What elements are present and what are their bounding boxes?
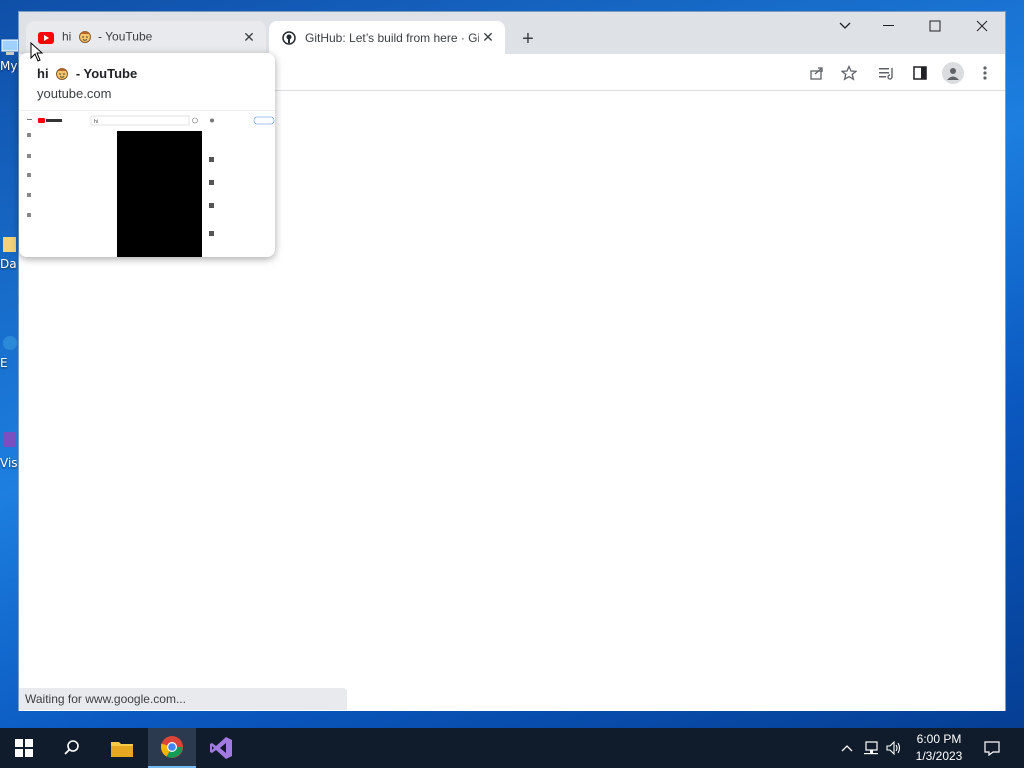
- preview-search-box: [90, 115, 190, 126]
- volume-icon[interactable]: [885, 740, 903, 756]
- search-button[interactable]: [48, 728, 96, 768]
- profile-avatar-icon[interactable]: [942, 62, 964, 84]
- desktop-icon-label: My: [0, 59, 18, 73]
- desktop-icon-label: Da: [0, 257, 17, 271]
- desktop-icon-edge[interactable]: [0, 332, 18, 354]
- preview-video-area: [117, 131, 202, 257]
- hover-card-url: youtube.com: [37, 86, 112, 101]
- show-hidden-icons-chevron-icon[interactable]: [838, 740, 856, 756]
- minimize-button[interactable]: [866, 12, 912, 40]
- start-button[interactable]: [0, 728, 48, 768]
- tab-title: GitHub: Let’s build from here · GitHub: [305, 30, 479, 45]
- tab-github[interactable]: GitHub: Let’s build from here · GitHub ✕: [269, 21, 505, 54]
- tab-close-icon[interactable]: ✕: [479, 29, 497, 47]
- github-icon: [281, 30, 297, 46]
- hover-card-preview: hi: [19, 110, 275, 257]
- tab-title: hi - YouTube: [62, 29, 240, 46]
- side-panel-icon[interactable]: [910, 63, 930, 83]
- taskbar-clock[interactable]: 6:00 PM 1/3/2023: [908, 731, 970, 765]
- share-icon[interactable]: [807, 63, 827, 83]
- maximize-button[interactable]: [912, 12, 958, 40]
- file-explorer-button[interactable]: [98, 728, 146, 768]
- clock-time: 6:00 PM: [916, 732, 962, 746]
- bookmark-star-icon[interactable]: [839, 63, 859, 83]
- search-icon: [64, 740, 79, 755]
- desktop-icon-data[interactable]: [0, 232, 18, 254]
- hover-card-title: hi - YouTube: [37, 66, 137, 83]
- tab-hover-card: hi - YouTube youtube.com hi: [19, 53, 275, 257]
- mouse-cursor-icon: [30, 41, 44, 67]
- tab-strip: hi - YouTube ✕ GitHub: Let’s build from …: [19, 12, 1005, 54]
- desktop-icon-computer[interactable]: [0, 36, 18, 58]
- windows-start-icon: [15, 739, 33, 757]
- tab-search-chevron-icon[interactable]: [822, 12, 868, 40]
- close-window-button[interactable]: [959, 12, 1005, 40]
- clock-date: 1/3/2023: [915, 749, 963, 763]
- visual-studio-icon: [210, 737, 232, 759]
- preview-youtube-logo: [38, 118, 62, 123]
- tab-youtube[interactable]: hi - YouTube ✕: [26, 21, 266, 54]
- desktop-icon-label: E: [0, 356, 8, 370]
- network-icon[interactable]: [862, 740, 880, 756]
- folder-icon: [111, 742, 133, 757]
- chrome-taskbar-button[interactable]: [148, 728, 196, 768]
- cowboy-emoji-icon: [78, 29, 92, 46]
- more-menu-icon[interactable]: [975, 63, 995, 83]
- desktop-icon-label: Vis: [0, 456, 18, 470]
- reading-list-icon[interactable]: [877, 63, 897, 83]
- new-tab-button[interactable]: +: [516, 27, 540, 51]
- cowboy-emoji-icon: [55, 66, 69, 83]
- taskbar: 6:00 PM 1/3/2023: [0, 728, 1024, 768]
- chrome-icon: [160, 736, 183, 758]
- status-bubble: Waiting for www.google.com...: [19, 688, 347, 710]
- tab-close-icon[interactable]: ✕: [240, 29, 258, 47]
- visual-studio-button[interactable]: [197, 728, 245, 768]
- desktop-icon-visual-studio[interactable]: [0, 428, 18, 450]
- notifications-icon[interactable]: [983, 740, 1001, 756]
- preview-search-text: hi: [94, 119, 98, 125]
